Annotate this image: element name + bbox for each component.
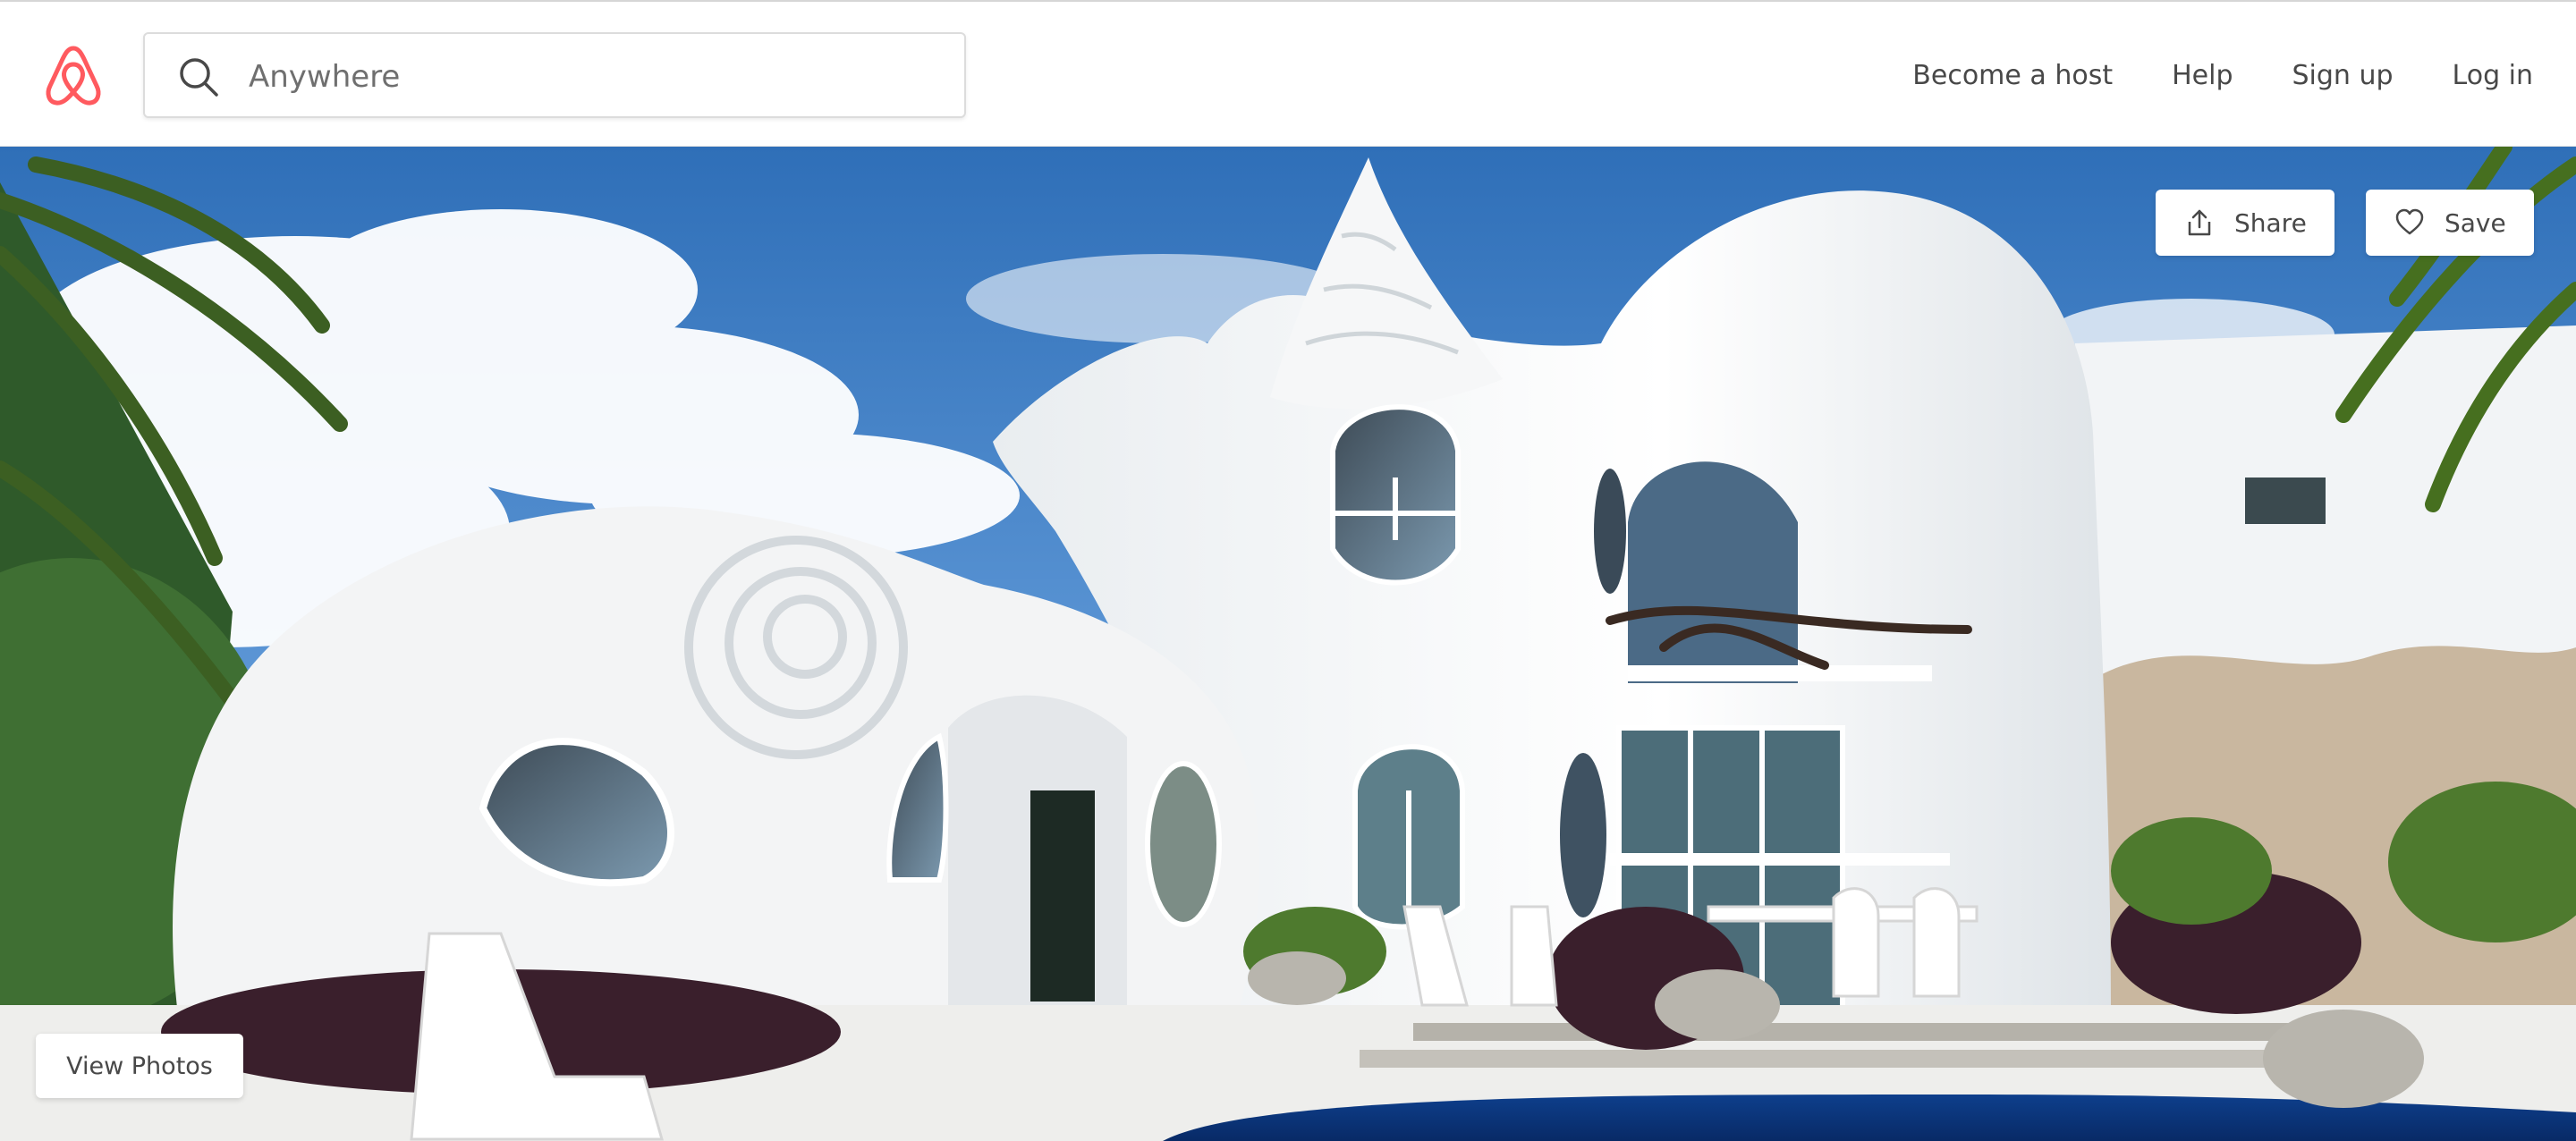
share-button[interactable]: Share [2156,190,2334,256]
search-icon [180,58,218,97]
nav-help-link[interactable]: Help [2172,60,2233,91]
nav-become-a-host-link[interactable]: Become a host [1912,60,2113,91]
nav-log-in-link[interactable]: Log in [2453,60,2533,91]
airbnb-logo-icon[interactable] [43,43,104,107]
save-button[interactable]: Save [2366,190,2534,256]
listing-hero-photo[interactable]: Share Save View Photos [0,147,2576,1141]
view-photos-label: View Photos [66,1052,213,1080]
heart-icon [2395,208,2424,235]
hero-image-shell-house [0,147,2576,1141]
search-input[interactable] [247,52,945,102]
share-label: Share [2234,207,2307,238]
share-icon [2188,209,2211,236]
top-nav: Become a host Help Sign up Log in [1853,2,2576,148]
save-label: Save [2445,207,2506,238]
search-bar[interactable] [143,32,966,118]
top-header: Become a host Help Sign up Log in [0,0,2576,147]
view-photos-button[interactable]: View Photos [36,1034,243,1098]
nav-sign-up-link[interactable]: Sign up [2292,60,2394,91]
